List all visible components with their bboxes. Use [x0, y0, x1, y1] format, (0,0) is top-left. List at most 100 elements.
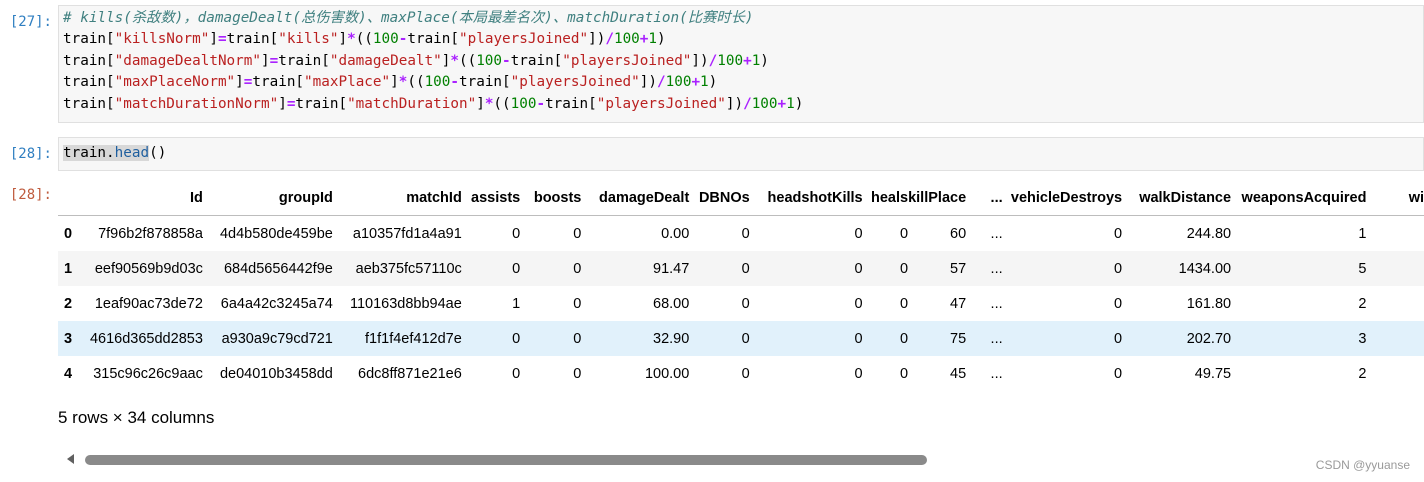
table-cell: 684d5656442f9e — [223, 260, 333, 277]
column-header: Id — [85, 180, 203, 216]
table-cell: 3 — [1358, 330, 1367, 347]
column-header: boosts — [520, 180, 582, 216]
code-token: ] — [278, 95, 287, 112]
column-header: wi — [1366, 180, 1424, 216]
code-token: train[ — [295, 95, 348, 112]
code-token: ] — [476, 95, 485, 112]
table-cell — [1366, 251, 1424, 286]
table-cell: 0 — [573, 330, 582, 347]
table-cell: 45 — [950, 365, 967, 382]
table-cell: 0 — [1114, 295, 1123, 312]
code-token: train[ — [252, 74, 305, 91]
code-token: ]) — [639, 74, 657, 91]
code-token: + — [777, 95, 787, 112]
table-cell: 0 — [573, 365, 582, 382]
table-cell: 49.75 — [1194, 365, 1232, 382]
table-cell: 0 — [512, 225, 521, 242]
column-header: vehicleDestroys — [1002, 180, 1123, 216]
code-token: "damageDealtNorm" — [114, 52, 261, 69]
column-header: killPlace — [908, 180, 967, 216]
table-cell: 0 — [900, 260, 909, 277]
cell-27-prompt: [27]: — [9, 14, 52, 30]
scroll-left-arrow-icon[interactable] — [67, 454, 74, 464]
table-cell: 6a4a42c3245a74 — [220, 295, 333, 312]
code-editor-28[interactable]: train.head() — [59, 138, 1423, 164]
table-cell: 2 — [1358, 365, 1367, 382]
horizontal-scrollbar[interactable] — [58, 450, 1424, 470]
table-cell: 0 — [854, 295, 863, 312]
row-index: 3 — [64, 330, 73, 347]
table-cell: 110163d8bb94ae — [349, 295, 462, 312]
code-token: 100 — [510, 95, 537, 112]
table-cell: 0 — [900, 295, 909, 312]
code-token: 1 — [648, 31, 658, 48]
table-cell: ... — [990, 225, 1003, 242]
table-cell: 5 — [1358, 260, 1367, 277]
table-cell: 0 — [741, 225, 750, 242]
selected-text: train.head — [63, 145, 150, 161]
code-token: * — [347, 31, 356, 48]
code-token: 100 — [665, 74, 692, 91]
code-token: ) — [657, 31, 666, 48]
table-cell: 0 — [741, 365, 750, 382]
table-cell: 91.47 — [653, 260, 690, 277]
code-token: "damageDealt" — [329, 52, 442, 69]
column-header: heals — [862, 180, 909, 216]
code-token: "playersJoined" — [510, 74, 640, 91]
code-editor-27[interactable]: # kills(杀敌数)，damageDealt(总伤害数)、maxPlace(… — [59, 6, 1423, 115]
row-index: 0 — [64, 225, 73, 242]
code-token: "killsNorm" — [114, 31, 210, 48]
row-index: 2 — [64, 295, 73, 312]
code-token: "matchDuration" — [347, 95, 477, 112]
table-cell: ... — [990, 260, 1003, 277]
code-token: 100 — [613, 31, 640, 48]
index-header — [58, 180, 86, 216]
code-token: ] — [235, 74, 244, 91]
column-header: walkDistance — [1122, 180, 1232, 216]
table-cell: 0 — [741, 330, 750, 347]
table-cell: eef90569b9d03c — [94, 260, 203, 277]
code-token: + — [691, 74, 701, 91]
code-token: + — [743, 52, 752, 69]
code-token: "maxPlaceNorm" — [114, 74, 236, 91]
table-header-row: Id groupId matchId assists boosts damageDealt… — [58, 180, 1424, 216]
table-cell: a930a9c79cd721 — [221, 330, 333, 347]
output-28-prompt: [28]: — [9, 187, 52, 203]
scrollbar-thumb[interactable] — [85, 455, 927, 465]
code-cell-28[interactable]: train.head() — [58, 137, 1424, 171]
code-token: / — [743, 95, 752, 112]
table-cell: 1 — [512, 295, 521, 312]
table-cell — [1366, 321, 1424, 356]
row-index: 1 — [64, 260, 73, 277]
table-cell — [1366, 286, 1424, 321]
column-header: groupId — [202, 180, 333, 216]
code-line: # kills(杀敌数)，damageDealt(总伤害数)、maxPlace(… — [63, 8, 1423, 29]
table-cell: 4d4b580de459be — [219, 225, 333, 242]
table-cell: 0 — [900, 365, 909, 382]
code-token: "kills" — [278, 31, 339, 48]
code-token: 100 — [717, 52, 744, 69]
column-header: assists — [461, 180, 521, 216]
code-token: 100 — [476, 52, 503, 69]
code-token: ] — [260, 52, 270, 69]
table-cell: 57 — [950, 260, 967, 277]
table-cell: f1f1f4ef412d7e — [365, 330, 462, 347]
code-token: - — [450, 74, 459, 91]
code-token: train[ — [459, 74, 511, 91]
code-token: / — [657, 74, 666, 91]
table-cell: 0 — [900, 225, 909, 242]
table-cell: de04010b3458dd — [219, 365, 333, 382]
table-cell: 0 — [573, 260, 582, 277]
table-cell: 1 — [1358, 225, 1367, 242]
code-token: "playersJoined" — [459, 31, 589, 48]
code-token: = — [269, 52, 279, 69]
code-token: train[ — [226, 31, 279, 48]
table-cell: ... — [990, 330, 1003, 347]
dataframe-shape-text: 5 rows × 34 columns — [58, 408, 215, 427]
code-token: ]) — [588, 31, 606, 48]
table-cell: 6dc8ff871e21e6 — [358, 365, 462, 382]
table-cell: 1434.00 — [1178, 260, 1232, 277]
code-cell-27[interactable]: # kills(杀敌数)，damageDealt(总伤害数)、maxPlace(… — [58, 5, 1424, 123]
code-token: ) — [708, 74, 718, 91]
table-cell: 0 — [573, 225, 582, 242]
